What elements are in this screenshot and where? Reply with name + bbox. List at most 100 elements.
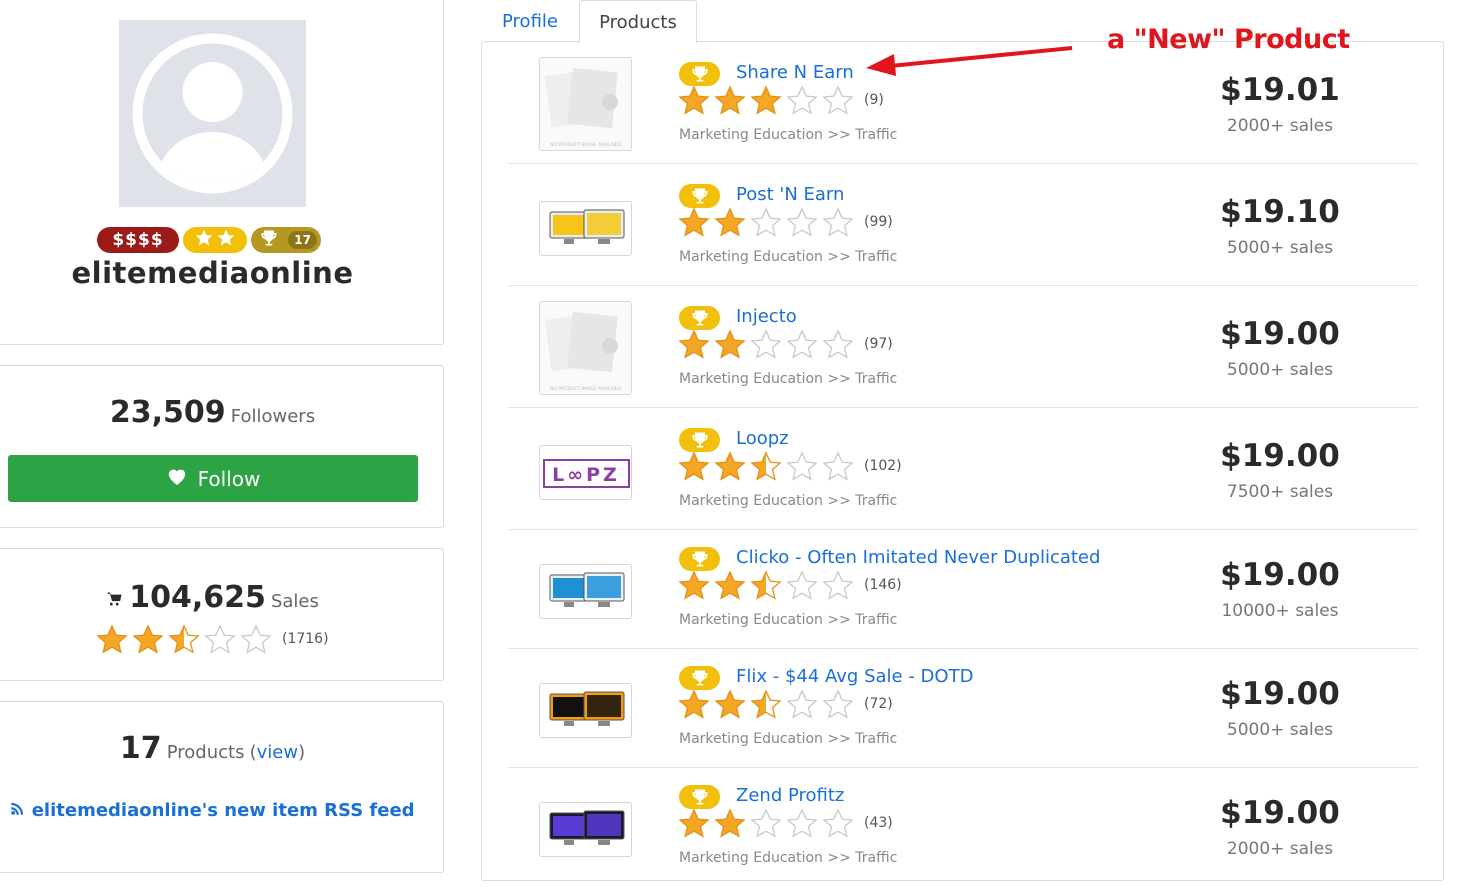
product-thumbnail[interactable]: NO PRODUCT IMAGE AVAILABLE [539, 301, 632, 395]
follow-label: Follow [197, 466, 261, 491]
product-rating: (102) [678, 451, 902, 481]
product-thumbnail[interactable] [539, 802, 632, 857]
product-sales: 2000+ sales [1226, 839, 1334, 859]
trophy-icon [692, 66, 707, 82]
review-count: (9) [864, 92, 884, 108]
product-category: Marketing Education >> Traffic [679, 249, 898, 265]
product-price: $19.00 [1220, 316, 1340, 352]
trophy-badge [679, 785, 720, 809]
sales-label: Sales [270, 591, 319, 612]
product-title-link[interactable]: Clicko - Often Imitated Never Duplicated [736, 547, 1100, 568]
star-empty-icon [750, 808, 782, 838]
product-title-link[interactable]: Share N Earn [736, 62, 854, 83]
star-half-icon [168, 624, 200, 654]
star-empty-icon [204, 624, 236, 654]
product-title-link[interactable]: Injecto [736, 306, 797, 327]
star-full-icon [714, 451, 746, 481]
trophy-icon [692, 188, 707, 204]
money-badge: $$$$ [97, 227, 179, 253]
trophy-icon [692, 310, 707, 326]
tab-profile[interactable]: Profile [481, 0, 579, 42]
star-half-icon [750, 451, 782, 481]
product-title-link[interactable]: Loopz [736, 428, 789, 449]
follow-button[interactable]: Follow [8, 455, 418, 502]
product-title-link[interactable]: Post 'N Earn [736, 184, 844, 205]
product-row: NO PRODUCT IMAGE AVAILABLE Injecto (97) … [508, 288, 1418, 408]
star-empty-icon [786, 808, 818, 838]
svg-text:L∞PZ: L∞PZ [552, 464, 620, 486]
products-summary-card [0, 701, 444, 873]
rss-label: elitemediaonline's new item RSS feed [31, 800, 415, 821]
star-full-icon [714, 329, 746, 359]
star-full-icon [678, 207, 710, 237]
trophy-icon [692, 432, 707, 448]
product-title-link[interactable]: Zend Profitz [736, 785, 844, 806]
star-empty-icon [786, 207, 818, 237]
stars-badge [183, 227, 247, 253]
product-sales: 5000+ sales [1226, 360, 1334, 380]
product-price: $19.00 [1220, 438, 1340, 474]
product-row: L∞PZ Loopz (102) Marketing Education >> … [508, 410, 1418, 530]
star-empty-icon [822, 329, 854, 359]
trophy-badge [679, 547, 720, 571]
product-thumbnail[interactable]: L∞PZ [539, 445, 632, 500]
star-empty-icon [822, 207, 854, 237]
product-sales: 2000+ sales [1226, 116, 1334, 136]
star-empty-icon [822, 689, 854, 719]
trophy-icon [692, 789, 707, 805]
seller-badges: $$$$ 17 [97, 227, 321, 253]
product-title-link[interactable]: Flix - $44 Avg Sale - DOTD [736, 666, 973, 687]
rss-feed-link[interactable]: elitemediaonline's new item RSS feed [0, 800, 425, 821]
row-divider [508, 407, 1418, 408]
followers-count: 23,509 [109, 395, 226, 430]
star-full-icon [714, 808, 746, 838]
view-products-link[interactable]: view [257, 742, 298, 763]
product-rating: (146) [678, 570, 902, 600]
product-price: $19.01 [1220, 72, 1340, 108]
product-thumbnail[interactable] [539, 683, 632, 738]
star-full-icon [678, 451, 710, 481]
star-empty-icon [786, 451, 818, 481]
svg-text:NO PRODUCT IMAGE AVAILABLE: NO PRODUCT IMAGE AVAILABLE [550, 142, 622, 148]
star-empty-icon [786, 570, 818, 600]
review-count: (99) [864, 214, 893, 230]
review-count: (146) [864, 577, 902, 593]
product-price: $19.00 [1220, 557, 1340, 593]
star-full-icon [96, 624, 128, 654]
sales-stat: 104,625 Sales [0, 580, 425, 615]
heart-icon [166, 466, 188, 491]
tab-products[interactable]: Products [579, 0, 697, 43]
star-empty-icon [786, 689, 818, 719]
product-rating: (99) [678, 207, 893, 237]
star-full-icon [714, 207, 746, 237]
sales-rating: (1716) [96, 624, 329, 654]
star-full-icon [132, 624, 164, 654]
star-full-icon [678, 570, 710, 600]
open-paren: ( [249, 742, 257, 763]
star-empty-icon [822, 451, 854, 481]
star-empty-icon [822, 85, 854, 115]
badge-star-icon [216, 228, 236, 252]
trophy-badge [679, 306, 720, 330]
trophy-icon [692, 551, 707, 567]
svg-text:NO PRODUCT IMAGE AVAILABLE: NO PRODUCT IMAGE AVAILABLE [550, 386, 622, 392]
product-thumbnail[interactable] [539, 201, 632, 256]
products-count: 17 [119, 731, 162, 766]
star-empty-icon [750, 329, 782, 359]
star-empty-icon [786, 85, 818, 115]
star-empty-icon [750, 207, 782, 237]
product-price: $19.10 [1220, 194, 1340, 230]
product-thumbnail[interactable] [539, 564, 632, 619]
product-thumbnail[interactable]: NO PRODUCT IMAGE AVAILABLE [539, 57, 632, 151]
product-sales: 7500+ sales [1226, 482, 1334, 502]
star-half-icon [750, 570, 782, 600]
product-rating: (72) [678, 689, 893, 719]
product-category: Marketing Education >> Traffic [679, 371, 898, 387]
product-rating: (43) [678, 808, 893, 838]
product-sales: 5000+ sales [1226, 720, 1334, 740]
trophy-icon [259, 228, 279, 252]
row-divider [508, 285, 1418, 286]
row-divider [508, 163, 1418, 164]
star-half-icon [750, 689, 782, 719]
trophy-badge [679, 666, 720, 690]
